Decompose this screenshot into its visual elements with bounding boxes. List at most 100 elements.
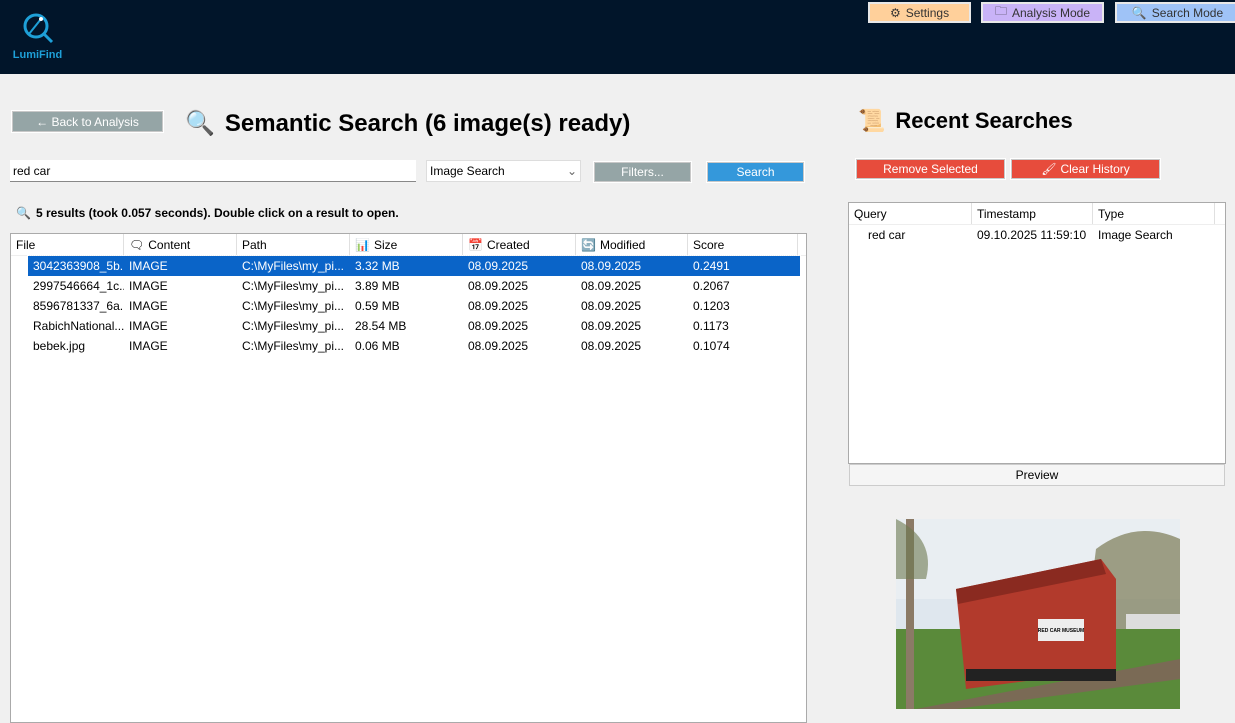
recent-title-text: Recent Searches [895,108,1073,133]
broom-icon: 🖌 [1041,162,1057,176]
results-status: 🔍 5 results (took 0.057 seconds). Double … [16,206,399,220]
cell: 09.10.2025 11:59:10 [977,228,1087,242]
col-created[interactable]: 📅 Created [463,234,576,255]
col-label: Score [693,237,725,252]
preview-header: Preview [849,464,1225,486]
preview-sign: RED CAR MUSEUM [1038,628,1084,634]
cell: 08.09.2025 [581,299,642,313]
col-label: Content [148,237,191,252]
result-row[interactable]: bebek.jpg IMAGE C:\MyFiles\my_pi... 0.06 MB… [28,336,806,356]
filters-button[interactable]: Filters... [593,161,692,183]
cell: 0.2491 [693,259,730,273]
col-label: Type [1098,206,1125,221]
results-table-header: File 🗨 Content Path 📊 Size 📅 Created 🔄 Modif… [11,234,806,256]
results-status-text: 5 results (took 0.057 seconds). Double c… [35,206,399,220]
cell: 0.2067 [693,279,730,293]
magnifier-icon: 🔍 [185,110,215,137]
page-title-text: Semantic Search (6 image(s) ready) [224,109,631,137]
search-mode-label: Search Mode [1151,5,1224,20]
bar-chart-icon: 📊 [355,237,370,252]
result-row[interactable]: RabichNational... IMAGE C:\MyFiles\my_pi..… [28,316,806,336]
gear-icon: ⚙ [889,5,901,20]
result-row[interactable]: 3042363908_5b... IMAGE C:\MyFiles\my_pi...… [27,255,801,277]
cell: 08.09.2025 [581,339,642,353]
col-path[interactable]: Path [237,234,350,255]
col-label: Size [373,237,398,252]
chevron-down-icon: ⌄ [566,164,577,178]
cell: 08.09.2025 [468,319,529,333]
col-modified[interactable]: 🔄 Modified [576,234,688,255]
scroll-icon: 📜 [858,108,886,133]
col-type[interactable]: Type [1093,203,1215,224]
col-query[interactable]: Query [849,203,972,224]
cell: 0.06 MB [355,339,400,353]
search-mode-button[interactable]: 🔍 Search Mode [1115,2,1235,23]
cell: C:\MyFiles\my_pi... [242,299,345,313]
cell: C:\MyFiles\my_pi... [242,339,345,353]
results-table[interactable]: File 🗨 Content Path 📊 Size 📅 Created 🔄 Modif… [10,233,807,723]
cell: 08.09.2025 [468,259,529,273]
col-timestamp[interactable]: Timestamp [972,203,1093,224]
cell: RabichNational... [33,319,124,333]
col-label: Modified [599,237,646,252]
logo-text: LumiFind [12,49,63,61]
col-label: Created [486,237,530,252]
search-button[interactable]: Search [706,161,805,183]
cell: IMAGE [129,259,168,273]
analysis-mode-button[interactable]: 🗀 Analysis Mode [981,2,1104,23]
search-type-select[interactable]: Image Search ⌄ [426,160,581,182]
col-score[interactable]: Score [688,234,798,255]
col-label: Query [854,206,887,221]
cell: 3.89 MB [355,279,400,293]
recent-searches-title: 📜 Recent Searches [858,108,1073,134]
col-file[interactable]: File [11,234,124,255]
cell: 2997546664_1c... [33,279,124,293]
calendar-icon: 📅 [468,237,483,252]
cell: IMAGE [129,319,168,333]
search-input[interactable]: red car [10,160,416,182]
cell: bebek.jpg [33,339,86,353]
cell: 28.54 MB [355,319,407,333]
recent-searches-table[interactable]: Query Timestamp Type red car 09.10.2025 … [848,202,1226,464]
cell: Image Search [1098,228,1173,242]
cell: C:\MyFiles\my_pi... [242,279,345,293]
recent-search-row[interactable]: red car 09.10.2025 11:59:10 Image Search [849,225,1225,245]
search-type-value: Image Search [430,164,505,178]
cell: C:\MyFiles\my_pi... [242,259,345,273]
settings-button[interactable]: ⚙ Settings [868,2,971,23]
cell: 0.59 MB [355,299,400,313]
result-row[interactable]: 2997546664_1c... IMAGE C:\MyFiles\my_pi...… [28,276,806,296]
result-row[interactable]: 8596781337_6a... IMAGE C:\MyFiles\my_pi...… [28,296,806,316]
magnifier-icon: 🔍 [16,206,31,220]
cell: 08.09.2025 [581,319,642,333]
cell: 3042363908_5b... [33,259,124,273]
col-content[interactable]: 🗨 Content [124,234,237,255]
cell: 0.1173 [693,319,729,333]
cell: red car [868,228,906,242]
cell: 0.1203 [693,299,730,313]
cell: IMAGE [129,339,168,353]
cell: IMAGE [129,279,168,293]
back-to-analysis-button[interactable]: ← Back to Analysis [11,110,164,133]
logo-magnifier-icon [23,13,53,44]
cell: 0.1074 [693,339,730,353]
preview-image[interactable]: RED CAR MUSEUM [896,519,1180,709]
speech-bubble-icon: 🗨 [129,237,145,252]
folder-icon: 🗀 [994,4,1007,18]
col-label: Timestamp [977,206,1036,221]
clear-history-button[interactable]: 🖌 Clear History [1010,158,1161,180]
col-label: File [16,237,36,252]
cell: 08.09.2025 [468,299,529,313]
page-title: 🔍 Semantic Search (6 image(s) ready) [185,109,630,138]
refresh-icon: 🔄 [581,237,596,252]
cell: 08.09.2025 [468,339,529,353]
remove-selected-button[interactable]: Remove Selected [855,158,1006,180]
logo: LumiFind [10,12,65,61]
search-icon: 🔍 [1131,5,1147,20]
cell: 08.09.2025 [468,279,529,293]
col-size[interactable]: 📊 Size [350,234,463,255]
cell: 08.09.2025 [581,259,642,273]
clear-label: Clear History [1060,162,1130,176]
cell: 3.32 MB [355,259,400,273]
cell: 08.09.2025 [581,279,642,293]
